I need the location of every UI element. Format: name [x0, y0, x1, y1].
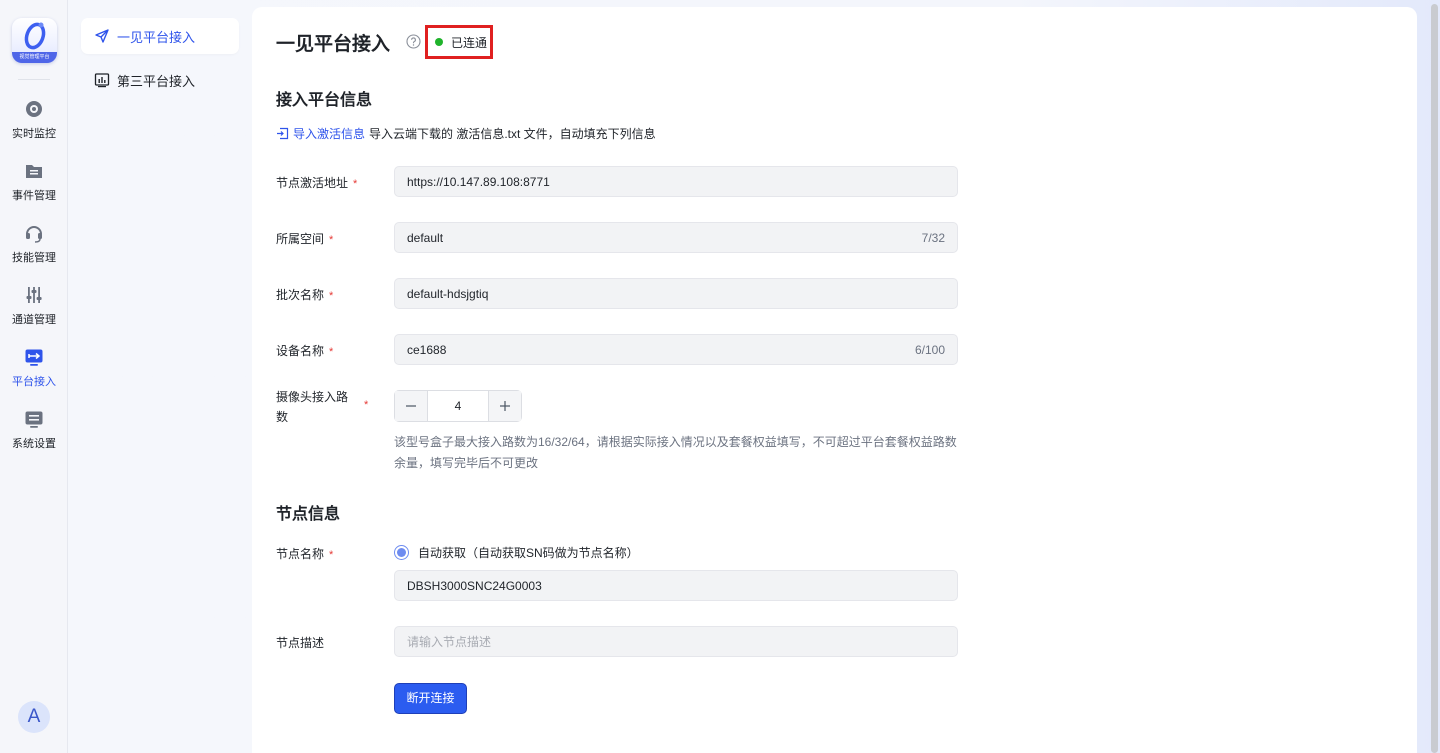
rail-item-channel-management[interactable]: 通道管理 — [0, 285, 68, 339]
minus-icon — [406, 405, 416, 407]
radio-button[interactable] — [394, 545, 409, 560]
subnav-item-label: 一见平台接入 — [117, 29, 196, 45]
label-text: 批次名称 — [276, 288, 325, 302]
folder-list-icon — [26, 165, 42, 178]
required-mark: * — [329, 234, 334, 246]
required-mark: * — [329, 346, 334, 358]
rail-divider — [18, 79, 50, 80]
logo-mark-icon — [24, 22, 46, 50]
send-icon — [95, 29, 109, 43]
section-title-access-info: 接入平台信息 — [276, 92, 373, 109]
label-text: 所属空间 — [276, 232, 325, 246]
label-text: 设备名称 — [276, 344, 325, 358]
connection-status-badge: 已连通 — [425, 25, 493, 59]
address-input[interactable]: https://10.147.89.108:8771 — [394, 166, 958, 197]
sliders-icon — [26, 287, 42, 303]
chart-board-icon — [94, 73, 110, 88]
node-description-input[interactable]: 请输入节点描述 — [394, 626, 958, 657]
page-title: 一见平台接入 — [276, 34, 391, 55]
rail-item-label: 事件管理 — [12, 190, 56, 202]
plus-icon — [500, 401, 510, 411]
rail-item-platform-access[interactable]: 平台接入 — [0, 347, 68, 401]
import-description: 导入云端下载的 激活信息.txt 文件，自动填充下列信息 — [369, 127, 656, 141]
field-label-node-desc: 节点描述 — [276, 634, 324, 651]
space-input[interactable]: default 7/32 — [394, 222, 958, 253]
main-content-card: 一见平台接入 已连通 接入平台信息 导入激活信息 导入云端下载的 激活信息.tx… — [252, 7, 1417, 753]
left-rail: 视觉管理平台 实时监控 事件管理 技能管理 通道管理 平台接入 系统设置 A — [0, 0, 68, 753]
camera-hint-text: 该型号盒子最大接入路数为16/32/64，请根据实际接入情况以及套餐权益填写，不… — [394, 435, 957, 470]
field-label-address: 节点激活地址 * — [276, 174, 357, 191]
stepper-value[interactable]: 4 — [427, 391, 489, 421]
label-text: 节点名称 — [276, 547, 325, 561]
rail-item-event-management[interactable]: 事件管理 — [0, 161, 68, 215]
rail-item-system-settings[interactable]: 系统设置 — [0, 409, 68, 463]
char-count: 7/32 — [921, 230, 945, 245]
device-name-input[interactable]: ce1688 6/100 — [394, 334, 958, 365]
char-count: 6/100 — [914, 342, 945, 357]
import-row: 导入激活信息 导入云端下载的 激活信息.txt 文件，自动填充下列信息 — [276, 125, 656, 142]
camera-count-stepper: 4 — [394, 390, 522, 422]
screen-arrow-icon — [25, 349, 43, 366]
headset-icon — [26, 226, 42, 243]
rail-item-label: 平台接入 — [12, 376, 56, 388]
auto-fetch-radio[interactable]: 自动获取（自动获取SN码做为节点名称） — [394, 544, 639, 561]
field-label-space: 所属空间 * — [276, 230, 333, 247]
input-value: default-hdsjgtiq — [407, 286, 489, 301]
status-dot — [435, 38, 443, 46]
input-placeholder: 请输入节点描述 — [407, 635, 492, 649]
required-mark: * — [329, 549, 334, 561]
field-label-device: 设备名称 * — [276, 342, 333, 359]
field-label-node-name: 节点名称 * — [276, 545, 333, 562]
logo-text: 视觉管理平台 — [12, 52, 57, 63]
input-value: ce1688 — [407, 342, 447, 357]
rail-item-skill-management[interactable]: 技能管理 — [0, 223, 68, 277]
radio-label: 自动获取（自动获取SN码做为节点名称） — [418, 546, 639, 560]
rail-item-label: 技能管理 — [12, 252, 56, 264]
status-text: 已连通 — [451, 35, 488, 50]
help-icon[interactable] — [406, 34, 421, 49]
input-value: default — [407, 230, 444, 245]
rail-item-label: 通道管理 — [12, 314, 56, 326]
import-activation-link[interactable]: 导入激活信息 — [276, 125, 365, 142]
required-mark: * — [329, 290, 334, 302]
subnav-item-label: 第三平台接入 — [117, 73, 196, 89]
monitor-icon — [26, 101, 42, 117]
sub-navigation: 一见平台接入 第三平台接入 — [69, 0, 251, 753]
field-label-cameras: 摄像头接入路数 — [276, 387, 356, 427]
rail-item-label: 实时监控 — [12, 128, 56, 140]
radio-selected-dot — [397, 548, 406, 557]
input-value: https://10.147.89.108:8771 — [407, 174, 550, 189]
label-text: 摄像头接入路数 — [276, 390, 349, 424]
subnav-item-third-party-access[interactable]: 第三平台接入 — [81, 62, 239, 98]
field-label-batch: 批次名称 * — [276, 286, 333, 303]
disconnect-button[interactable]: 断开连接 — [394, 683, 467, 714]
app-logo[interactable]: 视觉管理平台 — [12, 18, 57, 63]
user-avatar[interactable]: A — [18, 701, 50, 733]
rail-item-label: 系统设置 — [12, 438, 56, 450]
import-link-label: 导入激活信息 — [293, 127, 366, 141]
batch-name-input[interactable]: default-hdsjgtiq — [394, 278, 958, 309]
increment-button[interactable] — [489, 391, 521, 421]
label-text: 节点描述 — [276, 636, 325, 650]
page-scrollbar[interactable] — [1431, 4, 1438, 753]
required-mark: * — [353, 178, 358, 190]
subnav-item-yijian-access[interactable]: 一见平台接入 — [81, 18, 239, 54]
decrement-button[interactable] — [395, 391, 427, 421]
section-title-node-info: 节点信息 — [276, 506, 341, 523]
required-mark: * — [364, 399, 369, 411]
node-name-input[interactable]: DBSH3000SNC24G0003 — [394, 570, 958, 601]
rail-item-realtime-monitor[interactable]: 实时监控 — [0, 99, 68, 153]
label-text: 节点激活地址 — [276, 176, 349, 190]
settings-panel-icon — [25, 411, 43, 428]
input-value: DBSH3000SNC24G0003 — [407, 578, 542, 593]
import-icon — [277, 127, 289, 140]
